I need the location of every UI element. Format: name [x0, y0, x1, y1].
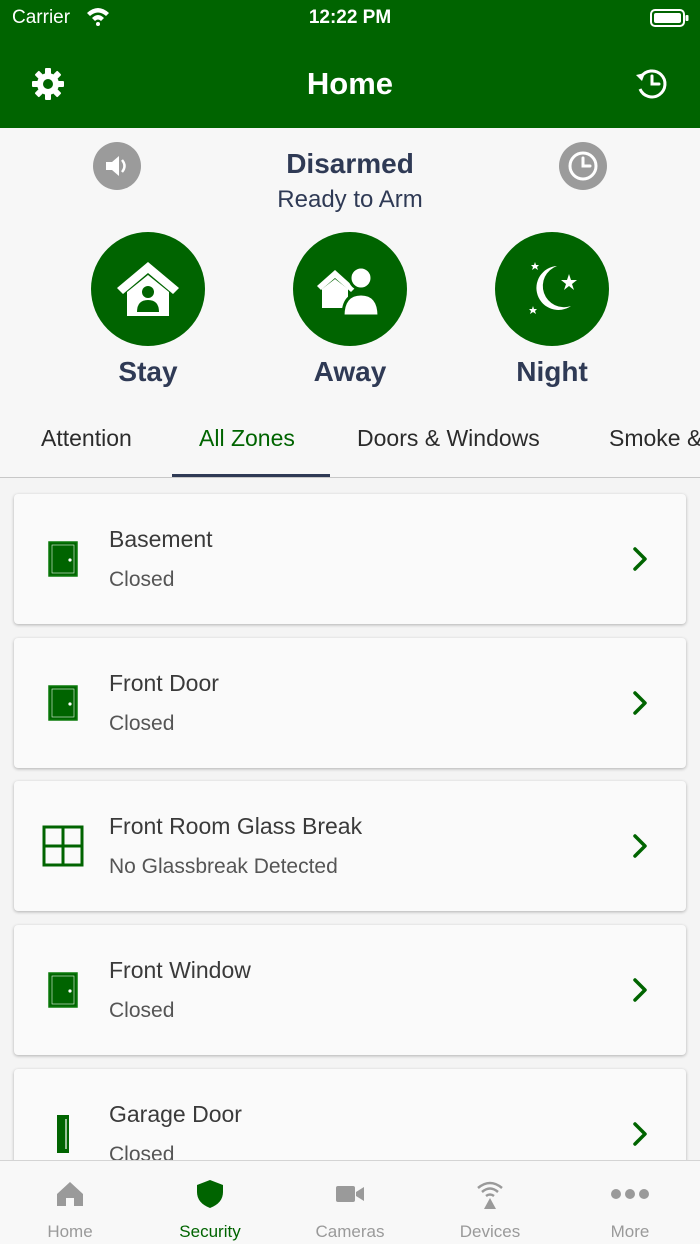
zone-status: Closed — [109, 1143, 175, 1160]
tab-all-zones[interactable]: All Zones — [199, 425, 295, 452]
tabbar-more[interactable]: More — [560, 1161, 700, 1244]
away-icon — [317, 265, 381, 318]
clock-icon — [568, 151, 598, 181]
tabbar-label: More — [610, 1222, 650, 1241]
zone-status: No Glassbreak Detected — [109, 855, 338, 878]
chevron-right-icon — [633, 691, 647, 715]
shield-icon — [190, 1177, 230, 1211]
zone-row[interactable]: Garage Door Closed — [14, 1069, 686, 1160]
tabbar-label: Cameras — [315, 1222, 385, 1241]
tab-smoke-co[interactable]: Smoke & CO — [609, 425, 700, 452]
door-icon — [40, 536, 86, 582]
night-icon — [529, 262, 577, 314]
chevron-right-icon — [633, 1122, 647, 1146]
battery-icon — [650, 9, 689, 27]
tabbar-cameras[interactable]: Cameras — [280, 1161, 420, 1244]
garage-door-icon — [40, 1111, 86, 1157]
tab-doors-windows[interactable]: Doors & Windows — [357, 425, 540, 452]
arm-status-subtitle: Ready to Arm — [277, 186, 423, 213]
tabbar-label: Security — [179, 1222, 241, 1241]
arm-stay-button[interactable]: Stay — [78, 232, 218, 388]
arm-night-button[interactable]: Night — [482, 232, 622, 388]
door-icon — [40, 680, 86, 726]
zone-status: Closed — [109, 568, 175, 591]
history-icon — [636, 69, 667, 99]
tabbar-home[interactable]: Home — [0, 1161, 140, 1244]
status-time: 12:22 PM — [308, 7, 392, 28]
zone-filter-tabs: Attention All Zones Doors & Windows Smok… — [0, 400, 700, 478]
history-button[interactable] — [630, 62, 674, 106]
chevron-right-icon — [633, 834, 647, 858]
stay-home-icon — [117, 262, 179, 316]
arm-away-button[interactable]: Away — [280, 232, 420, 388]
bottom-tab-bar: Home Security Cameras Devices More — [0, 1160, 700, 1244]
zone-name: Front Window — [109, 957, 251, 983]
chevron-right-icon — [633, 547, 647, 571]
tab-attention[interactable]: Attention — [41, 425, 132, 452]
tabbar-devices[interactable]: Devices — [420, 1161, 560, 1244]
zone-row[interactable]: Front Door Closed — [14, 638, 686, 768]
zone-row[interactable]: Front Window Closed — [14, 925, 686, 1055]
home-icon — [50, 1177, 90, 1211]
arm-stay-circle — [91, 232, 205, 346]
chevron-right-icon — [633, 978, 647, 1002]
tabbar-security[interactable]: Security — [140, 1161, 280, 1244]
zone-name: Garage Door — [109, 1101, 242, 1127]
glass-break-icon — [40, 823, 86, 869]
arm-night-circle — [495, 232, 609, 346]
arm-away-label: Away — [313, 356, 387, 387]
tabbar-label: Devices — [459, 1222, 521, 1241]
zone-row[interactable]: Basement Closed — [14, 494, 686, 624]
zone-list: Basement Closed Front Door Closed Front … — [0, 479, 700, 1160]
zone-status: Closed — [109, 712, 175, 735]
arm-stay-label: Stay — [118, 356, 178, 387]
page-title: Home — [306, 66, 394, 101]
tabbar-label: Home — [47, 1222, 93, 1241]
active-tab-indicator — [172, 474, 330, 477]
door-icon — [40, 967, 86, 1013]
top-bar: Carrier 12:22 PM Home — [0, 0, 700, 128]
zone-name: Basement — [109, 526, 213, 552]
zone-status: Closed — [109, 999, 175, 1022]
arm-night-label: Night — [516, 356, 588, 387]
more-icon — [610, 1177, 650, 1211]
zone-name: Front Door — [109, 670, 219, 696]
schedule-button[interactable] — [559, 142, 607, 190]
camera-icon — [330, 1177, 370, 1211]
arm-away-circle — [293, 232, 407, 346]
zone-name: Front Room Glass Break — [109, 813, 363, 839]
app-screen: Carrier 12:22 PM Home Disarmed Ready to … — [0, 0, 700, 1244]
zone-row[interactable]: Front Room Glass Break No Glassbreak Det… — [14, 781, 686, 911]
devices-icon — [470, 1177, 510, 1211]
